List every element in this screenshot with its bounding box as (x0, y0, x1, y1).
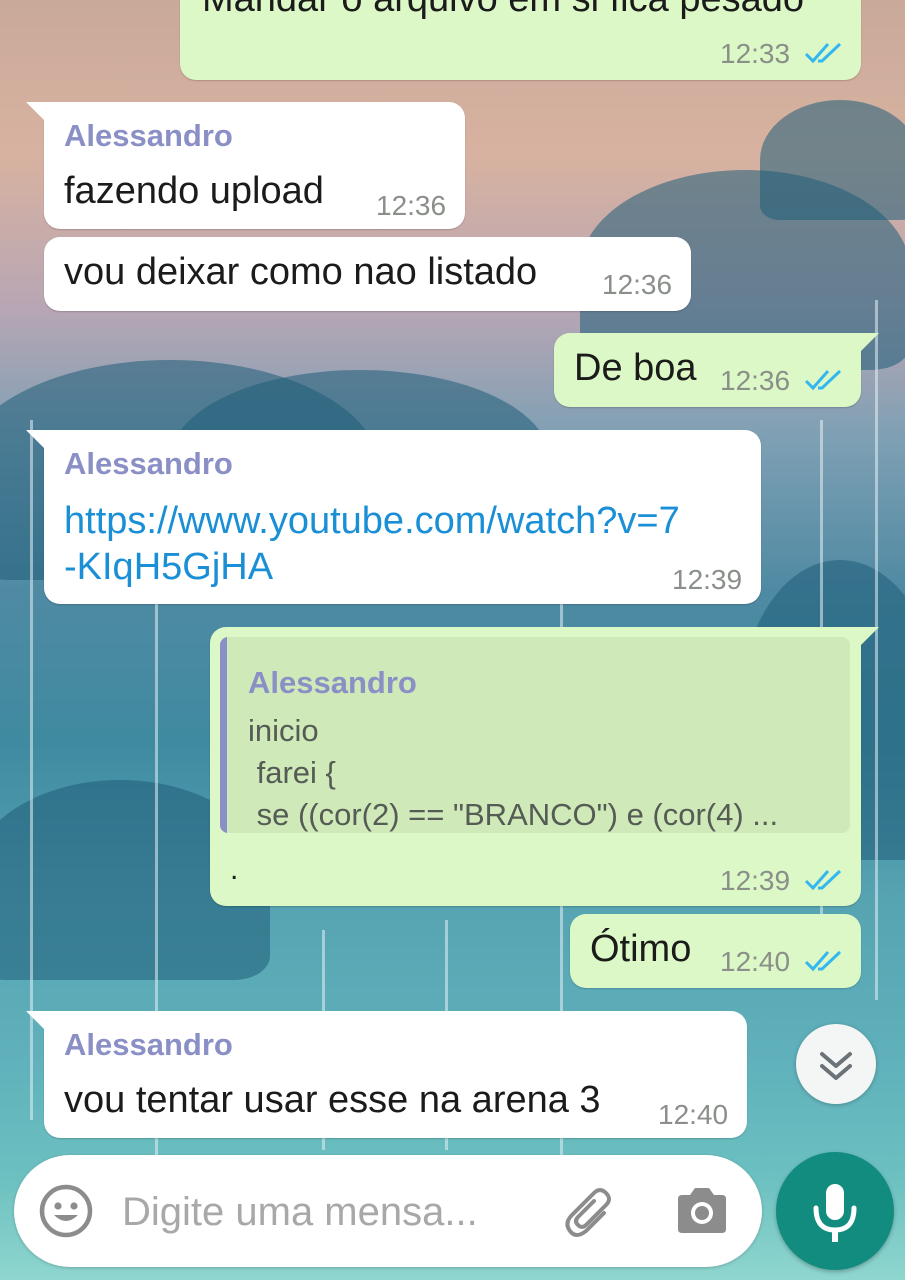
double-check-icon (804, 950, 842, 972)
quoted-message[interactable]: Alessandro inicio farei { se ((cor(2) ==… (220, 637, 850, 833)
message-outgoing[interactable]: Ótimo 12:40 (570, 914, 861, 988)
message-link[interactable]: https://www.youtube.com/watch?v=7 (64, 500, 680, 543)
message-outgoing-reply[interactable]: Alessandro inicio farei { se ((cor(2) ==… (210, 627, 879, 906)
quote-accent-bar (220, 637, 227, 833)
message-text: Mandar o arquivo em si fica pesado (202, 0, 804, 21)
message-incoming[interactable]: Alessandro vou tentar usar esse na arena… (26, 1011, 747, 1138)
message-time: 12:36 (376, 190, 447, 221)
double-check-icon (804, 42, 842, 64)
message-outgoing[interactable]: De boa 12:36 (554, 333, 879, 407)
message-time: 12:40 (658, 1099, 729, 1130)
message-input[interactable] (120, 1181, 544, 1243)
double-check-icon (804, 869, 842, 891)
camera-icon[interactable] (674, 1185, 730, 1235)
message-time: 12:33 (720, 38, 791, 69)
message-text: vou deixar como nao listado (64, 251, 538, 293)
sender-name: Alessandro (64, 118, 233, 153)
message-text: vou tentar usar esse na arena 3 (64, 1079, 601, 1121)
paperclip-icon[interactable] (562, 1183, 620, 1241)
double-check-icon (804, 369, 842, 391)
scroll-to-bottom-button[interactable] (796, 1024, 876, 1104)
message-composer (14, 1155, 762, 1267)
chevron-double-down-icon (820, 1052, 852, 1080)
quote-line: farei { (248, 755, 336, 790)
message-text: . (230, 853, 239, 886)
message-link-continued[interactable]: -KIqH5GjHA (64, 546, 273, 589)
message-time: 12:36 (720, 365, 791, 396)
message-text: fazendo upload (64, 170, 324, 212)
message-incoming[interactable]: vou deixar como nao listado 12:36 (44, 237, 691, 311)
sender-name: Alessandro (64, 446, 233, 481)
message-time: 12:36 (602, 269, 673, 300)
emoji-icon[interactable] (38, 1183, 94, 1239)
message-outgoing[interactable]: Mandar o arquivo em si fica pesado 12:33 (180, 0, 861, 80)
message-incoming[interactable]: Alessandro fazendo upload 12:36 (26, 102, 465, 229)
sender-name: Alessandro (64, 1027, 233, 1062)
message-time: 12:39 (672, 564, 743, 595)
message-time: 12:40 (720, 946, 791, 977)
message-text: De boa (574, 347, 697, 389)
message-incoming[interactable]: Alessandro https://www.youtube.com/watch… (26, 430, 761, 604)
quote-line: se ((cor(2) == "BRANCO") e (cor(4) ... (248, 797, 779, 832)
microphone-icon (813, 1184, 857, 1242)
voice-record-button[interactable] (776, 1152, 894, 1270)
message-text: Ótimo (590, 928, 692, 970)
quote-sender-name: Alessandro (248, 665, 417, 700)
message-time: 12:39 (720, 865, 791, 896)
quote-line: inicio (248, 713, 319, 748)
